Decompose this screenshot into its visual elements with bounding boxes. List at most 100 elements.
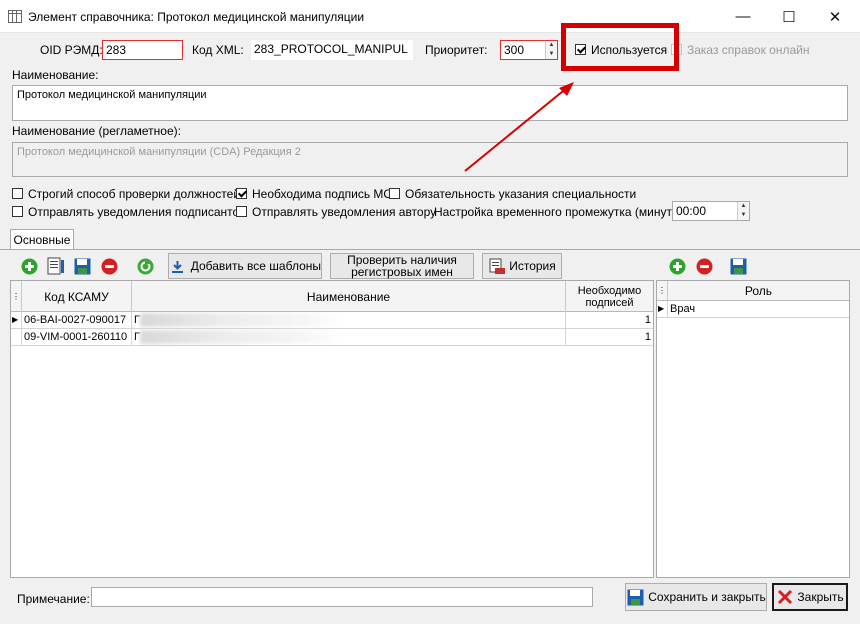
right-toolbar xyxy=(656,252,850,280)
left-toolbar: Добавить все шаблоны Проверить наличия р… xyxy=(10,252,654,280)
xml-code-input[interactable]: 283_PROTOCOL_MANIPUL xyxy=(251,40,413,60)
save-icon[interactable] xyxy=(73,257,91,275)
notify-signers-label: Отправлять уведомления подписантов xyxy=(28,205,246,219)
notify-author-checkbox[interactable]: Отправлять уведомления автору xyxy=(236,205,436,219)
col-header-signatures[interactable]: Необходимо подписей xyxy=(566,281,653,312)
history-button[interactable]: История xyxy=(482,253,562,279)
column-chooser-icon[interactable]: ⋮ xyxy=(657,281,668,301)
download-icon xyxy=(169,257,187,275)
priority-spinner[interactable]: ▲ ▼ xyxy=(545,41,557,59)
col-header-name[interactable]: Наименование xyxy=(132,281,566,312)
reg-name-label: Наименование (регламетное): xyxy=(12,124,181,138)
edit-list-icon[interactable] xyxy=(47,257,65,275)
title-bar: Элемент справочника: Протокол медицинско… xyxy=(0,0,860,33)
add-icon[interactable] xyxy=(20,257,38,275)
notify-signers-checkbox[interactable]: Отправлять уведомления подписантов xyxy=(12,205,246,219)
order-online-checkbox[interactable]: Заказ справок онлайн xyxy=(671,43,809,57)
oid-input[interactable]: 283 xyxy=(102,40,183,60)
mo-sign-label: Необходима подпись МО xyxy=(252,187,393,201)
close-button[interactable]: Закрыть xyxy=(772,583,848,611)
list-item[interactable]: ▶ Врач xyxy=(657,301,849,318)
role-name: Врач xyxy=(668,301,849,318)
close-window-button[interactable]: ✕ xyxy=(812,0,858,33)
add-all-templates-button[interactable]: Добавить все шаблоны xyxy=(168,253,322,279)
row-code: 09-VIM-0001-260110 xyxy=(22,329,132,346)
row-signatures: 1 xyxy=(566,312,653,329)
check-reg-names-line2: регистровых имен xyxy=(351,265,453,279)
remove-role-icon[interactable] xyxy=(695,257,713,275)
add-role-icon[interactable] xyxy=(668,257,686,275)
maximize-icon: ☐ xyxy=(782,8,796,26)
close-x-icon xyxy=(776,588,794,606)
check-reg-names-button[interactable]: Проверить наличия регистровых имен xyxy=(330,253,474,279)
priority-input[interactable]: 300 ▲ ▼ xyxy=(500,40,558,60)
roles-table: ⋮ Роль ▶ Врач xyxy=(656,280,850,578)
table-row[interactable]: 09-VIM-0001-260110 Г 1 xyxy=(11,329,653,346)
priority-value: 300 xyxy=(504,43,525,57)
reg-name-textarea[interactable]: Протокол медицинской манипуляции (CDA) Р… xyxy=(12,142,848,177)
spin-down-icon[interactable]: ▼ xyxy=(738,211,749,220)
specialty-checkbox[interactable]: Обязательность указания специальности xyxy=(389,187,636,201)
priority-label: Приоритет: xyxy=(425,43,488,57)
row-name: Г xyxy=(132,329,566,346)
spin-down-icon[interactable]: ▼ xyxy=(546,50,557,59)
row-name: Г xyxy=(132,312,566,329)
close-label: Закрыть xyxy=(797,590,844,604)
strict-check-label: Строгий способ проверки должностей xyxy=(28,187,241,201)
time-spinner[interactable]: ▲ ▼ xyxy=(737,202,749,220)
col-header-role[interactable]: Роль xyxy=(668,281,849,301)
order-online-label: Заказ справок онлайн xyxy=(687,43,810,57)
save-icon xyxy=(626,588,644,606)
log-icon xyxy=(488,257,506,275)
name-textarea[interactable]: Протокол медицинской манипуляции xyxy=(12,85,848,121)
remove-icon[interactable] xyxy=(100,257,118,275)
ksamu-table: ⋮ Код КСАМУ Наименование Необходимо подп… xyxy=(10,280,654,578)
tab-main[interactable]: Основные xyxy=(10,229,74,250)
row-indicator xyxy=(11,329,22,346)
close-icon: ✕ xyxy=(828,8,842,26)
add-all-templates-label: Добавить все шаблоны xyxy=(190,259,321,273)
note-label: Примечание: xyxy=(17,592,90,606)
time-setting-label: Настройка временного промежутка (минуты)… xyxy=(434,205,688,219)
checkbox-icon[interactable] xyxy=(389,188,400,199)
time-setting-input[interactable]: 00:00 ▲ ▼ xyxy=(672,201,750,221)
history-label: История xyxy=(509,259,556,273)
maximize-button[interactable]: ☐ xyxy=(766,0,812,33)
table-header: ⋮ Код КСАМУ Наименование Необходимо подп… xyxy=(11,281,653,312)
roles-header: ⋮ Роль xyxy=(657,281,849,301)
strict-check-checkbox[interactable]: Строгий способ проверки должностей xyxy=(12,187,240,201)
redacted-text xyxy=(140,330,345,344)
table-row[interactable]: ▶ 06-BAI-0027-090017 Г 1 xyxy=(11,312,653,329)
save-close-button[interactable]: Сохранить и закрыть xyxy=(625,583,767,611)
checkbox-icon[interactable] xyxy=(12,206,23,217)
xml-code-label: Код XML: xyxy=(192,43,244,57)
checkbox-icon[interactable] xyxy=(236,206,247,217)
row-code: 06-BAI-0027-090017 xyxy=(22,312,132,329)
row-selected-icon: ▶ xyxy=(657,301,668,318)
mo-sign-checkbox[interactable]: Необходима подпись МО xyxy=(236,187,393,201)
note-input[interactable] xyxy=(91,587,593,607)
table-app-icon xyxy=(8,10,22,23)
time-setting-value: 00:00 xyxy=(676,204,707,218)
row-selected-icon: ▶ xyxy=(11,312,22,329)
annotation-arrow-icon xyxy=(464,82,574,172)
checkbox-icon[interactable] xyxy=(12,188,23,199)
oid-label: OID РЭМД: xyxy=(40,43,103,57)
specialty-label: Обязательность указания специальности xyxy=(405,187,637,201)
row-signatures: 1 xyxy=(566,329,653,346)
redacted-text xyxy=(140,313,345,327)
save-close-label: Сохранить и закрыть xyxy=(648,590,766,604)
minimize-icon: — xyxy=(735,8,751,25)
spin-up-icon[interactable]: ▲ xyxy=(546,41,557,50)
minimize-button[interactable]: — xyxy=(720,0,766,33)
highlight-box xyxy=(561,23,679,71)
checkbox-checked-icon[interactable] xyxy=(236,188,247,199)
tab-divider xyxy=(0,249,860,250)
spin-up-icon[interactable]: ▲ xyxy=(738,202,749,211)
notify-author-label: Отправлять уведомления автору xyxy=(252,205,437,219)
window-title: Элемент справочника: Протокол медицинско… xyxy=(28,10,365,24)
col-header-code[interactable]: Код КСАМУ xyxy=(22,281,132,312)
column-chooser-icon[interactable]: ⋮ xyxy=(11,281,22,312)
save-role-icon[interactable] xyxy=(729,257,747,275)
refresh-icon[interactable] xyxy=(136,257,154,275)
